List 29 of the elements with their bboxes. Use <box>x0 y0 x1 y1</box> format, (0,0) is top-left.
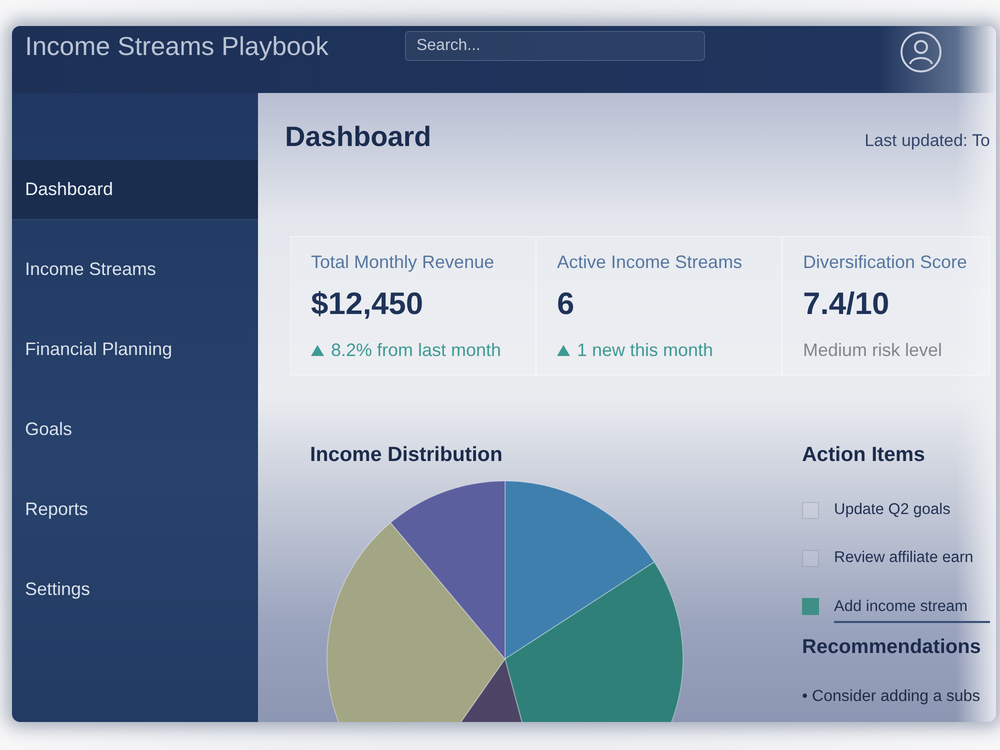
last-updated-text: Last updated: To <box>864 131 990 151</box>
checkbox[interactable] <box>802 598 819 614</box>
stat-change: Medium risk level <box>803 339 942 361</box>
nav-item[interactable]: Financial Planning <box>12 320 258 380</box>
action-item[interactable]: Add income stream <box>834 589 990 623</box>
stat-value: $12,450 <box>311 285 424 323</box>
stat-value: 6 <box>557 285 576 323</box>
section-title: Income Distribution <box>310 442 504 468</box>
up-triangle-icon <box>311 344 324 356</box>
stat-value: 7.4/10 <box>803 285 890 323</box>
section-title: Recommendations <box>802 635 982 660</box>
action-item[interactable]: Update Q2 goals <box>834 500 990 520</box>
nav-item[interactable]: Income Streams <box>12 240 258 300</box>
user-avatar-icon[interactable] <box>900 31 942 73</box>
stat-label: Diversification Score <box>803 251 968 273</box>
nav-item[interactable]: Reports <box>12 480 258 540</box>
stat-label: Active Income Streams <box>557 251 744 273</box>
section-title: Action Items <box>802 442 926 468</box>
nav-item[interactable]: Goals <box>12 400 258 460</box>
nav-item[interactable]: Settings <box>12 560 258 620</box>
up-triangle-icon <box>557 344 570 356</box>
stat-change: 1 new this month <box>577 339 714 361</box>
stat-label: Total Monthly Revenue <box>311 251 496 273</box>
recommendation-text: • Consider adding a subs <box>802 687 982 707</box>
app-title: Income Streams Playbook <box>25 31 328 61</box>
page-title: Dashboard <box>285 120 432 154</box>
action-item[interactable]: Review affiliate earn <box>834 548 990 568</box>
nav-item[interactable]: Dashboard <box>12 160 258 220</box>
stat-change: 8.2% from last month <box>331 339 502 361</box>
